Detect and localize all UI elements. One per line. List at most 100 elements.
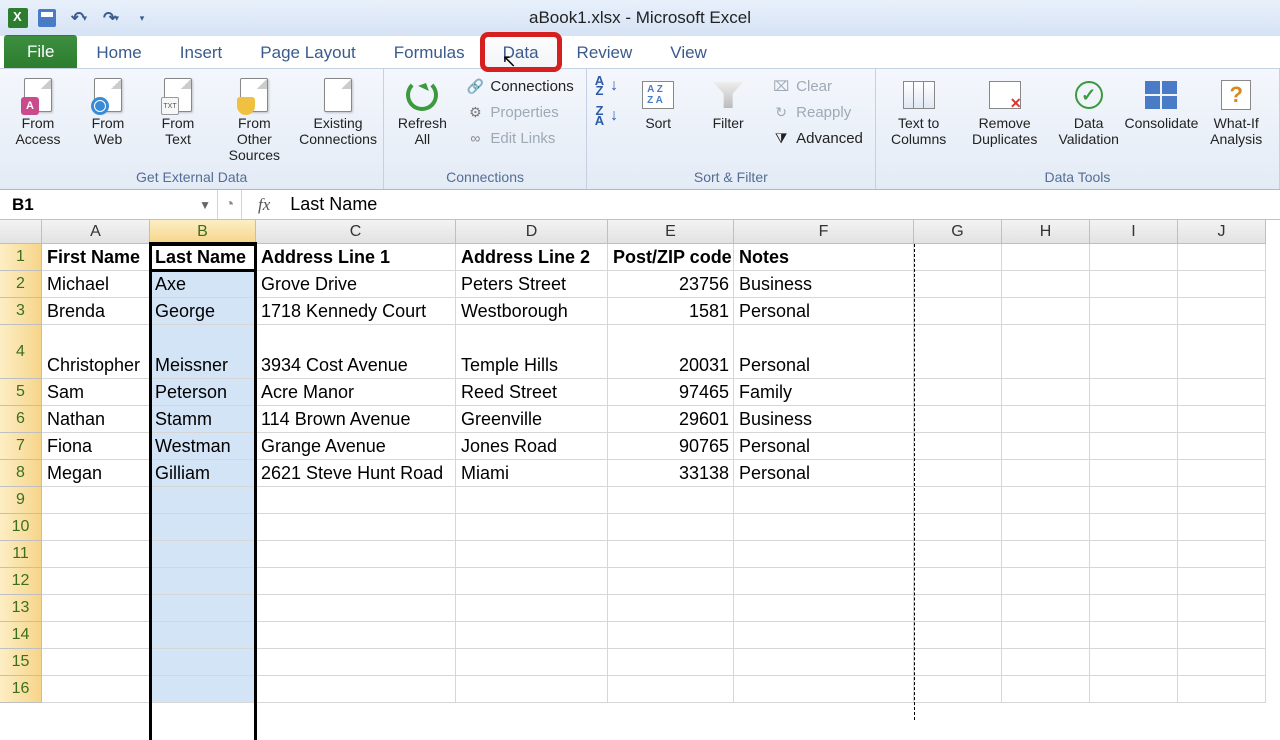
cell[interactable]	[914, 298, 1002, 325]
row-header[interactable]: 7	[0, 433, 42, 460]
cell[interactable]	[1002, 487, 1090, 514]
cell[interactable]	[914, 406, 1002, 433]
cell[interactable]	[734, 595, 914, 622]
cell[interactable]: 29601	[608, 406, 734, 433]
cell[interactable]: Address Line 1	[256, 244, 456, 271]
cell[interactable]	[914, 271, 1002, 298]
cell[interactable]	[456, 541, 608, 568]
cell[interactable]	[914, 379, 1002, 406]
row-header[interactable]: 13	[0, 595, 42, 622]
cell[interactable]	[914, 541, 1002, 568]
cell[interactable]: Christopher	[42, 325, 150, 379]
cell[interactable]	[456, 514, 608, 541]
cell[interactable]	[150, 676, 256, 703]
from-text-button[interactable]: TXT From Text	[146, 73, 210, 151]
cell[interactable]: Grove Drive	[256, 271, 456, 298]
cell[interactable]: Last Name	[150, 244, 256, 271]
cell[interactable]: 33138	[608, 460, 734, 487]
fx-label[interactable]: fx	[242, 195, 282, 215]
cell[interactable]: 90765	[608, 433, 734, 460]
row-header[interactable]: 12	[0, 568, 42, 595]
cell[interactable]	[1002, 433, 1090, 460]
cell[interactable]	[1178, 379, 1266, 406]
remove-duplicates-button[interactable]: Remove Duplicates	[961, 73, 1047, 151]
cell[interactable]: Gilliam	[150, 460, 256, 487]
cell[interactable]	[914, 487, 1002, 514]
tab-insert[interactable]: Insert	[161, 36, 242, 68]
cell[interactable]	[1090, 406, 1178, 433]
cell[interactable]: Grange Avenue	[256, 433, 456, 460]
cell[interactable]	[1002, 541, 1090, 568]
cell[interactable]	[1090, 514, 1178, 541]
cell[interactable]: 2621 Steve Hunt Road	[256, 460, 456, 487]
cell[interactable]: Westborough	[456, 298, 608, 325]
cell[interactable]: Miami	[456, 460, 608, 487]
row-header[interactable]: 3	[0, 298, 42, 325]
cell[interactable]: Sam	[42, 379, 150, 406]
cell[interactable]	[256, 676, 456, 703]
cell[interactable]	[456, 676, 608, 703]
cell[interactable]	[1178, 649, 1266, 676]
tab-view[interactable]: View	[651, 36, 726, 68]
cell[interactable]	[914, 595, 1002, 622]
cell[interactable]	[1002, 325, 1090, 379]
cell[interactable]	[608, 514, 734, 541]
cell[interactable]: Family	[734, 379, 914, 406]
cell[interactable]	[734, 487, 914, 514]
row-header[interactable]: 9	[0, 487, 42, 514]
connections-button[interactable]: 🔗Connections	[460, 73, 579, 99]
save-button[interactable]	[34, 5, 60, 31]
cell[interactable]	[1002, 649, 1090, 676]
col-header-E[interactable]: E	[608, 220, 734, 244]
cell[interactable]: Peterson	[150, 379, 256, 406]
cell[interactable]	[1002, 460, 1090, 487]
cell[interactable]	[1178, 298, 1266, 325]
row-header[interactable]: 2	[0, 271, 42, 298]
cell[interactable]: Meissner	[150, 325, 256, 379]
row-header[interactable]: 5	[0, 379, 42, 406]
cell[interactable]	[914, 514, 1002, 541]
cell[interactable]	[914, 568, 1002, 595]
cell[interactable]	[734, 622, 914, 649]
filter-button[interactable]: Filter	[696, 73, 760, 135]
tab-review[interactable]: Review	[558, 36, 652, 68]
select-all-corner[interactable]	[0, 220, 42, 244]
tab-formulas[interactable]: Formulas	[375, 36, 484, 68]
row-header[interactable]: 10	[0, 514, 42, 541]
text-to-columns-button[interactable]: Text to Columns	[882, 73, 956, 151]
cell[interactable]	[256, 541, 456, 568]
cell[interactable]	[608, 541, 734, 568]
cell[interactable]	[1178, 568, 1266, 595]
cell[interactable]	[914, 244, 1002, 271]
cell[interactable]	[608, 487, 734, 514]
cell[interactable]	[608, 568, 734, 595]
cell[interactable]	[150, 622, 256, 649]
cell[interactable]	[914, 649, 1002, 676]
cell[interactable]: 114 Brown Avenue	[256, 406, 456, 433]
cell[interactable]	[914, 433, 1002, 460]
cell[interactable]: First Name	[42, 244, 150, 271]
cell[interactable]: Personal	[734, 298, 914, 325]
cell[interactable]	[42, 487, 150, 514]
cell[interactable]	[1178, 271, 1266, 298]
undo-button[interactable]: ↶▾	[66, 5, 92, 31]
sort-asc-button[interactable]: AZ↓	[593, 73, 620, 99]
cell[interactable]	[1178, 514, 1266, 541]
cell[interactable]	[1178, 676, 1266, 703]
cell[interactable]	[1002, 514, 1090, 541]
tab-page-layout[interactable]: Page Layout	[241, 36, 374, 68]
cell[interactable]: Temple Hills	[456, 325, 608, 379]
cell[interactable]	[608, 676, 734, 703]
clear-button[interactable]: ⌧Clear	[766, 73, 869, 99]
cell[interactable]	[608, 622, 734, 649]
consolidate-button[interactable]: Consolidate	[1129, 73, 1193, 135]
cell[interactable]	[734, 676, 914, 703]
col-header-C[interactable]: C	[256, 220, 456, 244]
cell[interactable]	[1090, 298, 1178, 325]
cell[interactable]	[1002, 406, 1090, 433]
cell[interactable]	[1090, 622, 1178, 649]
col-header-F[interactable]: F	[734, 220, 914, 244]
col-header-I[interactable]: I	[1090, 220, 1178, 244]
from-web-button[interactable]: From Web	[76, 73, 140, 151]
cell[interactable]	[734, 541, 914, 568]
